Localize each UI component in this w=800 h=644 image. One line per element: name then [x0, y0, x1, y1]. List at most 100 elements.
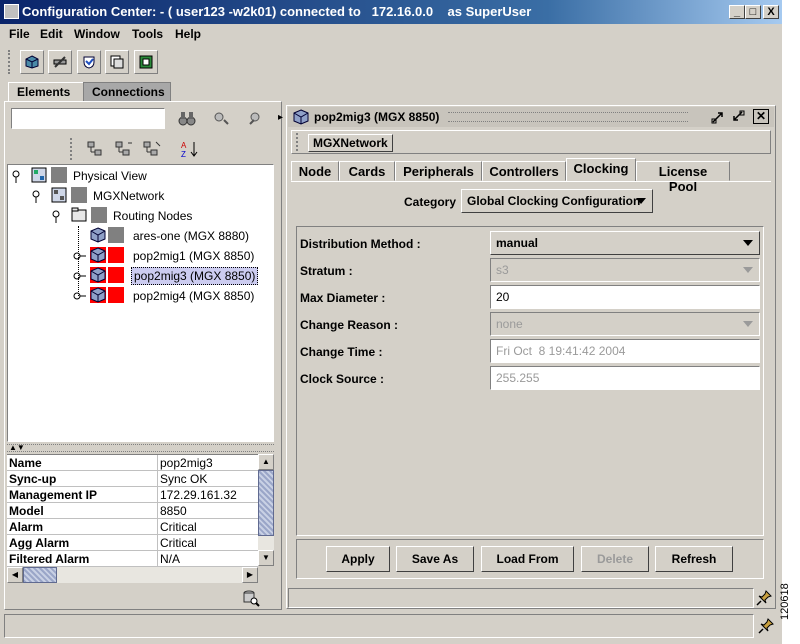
pin-icon[interactable]: [756, 590, 772, 606]
expand-handle-icon[interactable]: [72, 288, 86, 304]
toolbar-button-map[interactable]: [134, 50, 158, 74]
tab-peripherals[interactable]: Peripherals: [395, 161, 482, 181]
cube-icon: [293, 109, 309, 125]
delete-button[interactable]: Delete: [581, 546, 649, 572]
scrollbar-thumb[interactable]: [23, 567, 57, 583]
tree-row-node[interactable]: pop2mig1 (MGX 8850): [72, 247, 267, 265]
scroll-down-icon[interactable]: ▼: [258, 550, 274, 566]
splitter-arrows-icon[interactable]: ▲▼: [9, 443, 25, 452]
table-row: Model 8850: [7, 503, 258, 519]
detail-title-bar: pop2mig3 (MGX 8850) ✕: [288, 107, 774, 127]
tree-label: MGXNetwork: [93, 189, 165, 203]
minimize-button[interactable]: _: [729, 5, 745, 19]
tree-row-physical-view[interactable]: Physical View: [10, 167, 210, 185]
chevron-down-icon: [636, 198, 646, 204]
breadcrumb[interactable]: MGXNetwork: [308, 134, 393, 152]
close-icon[interactable]: ✕: [753, 109, 769, 124]
menu-help[interactable]: Help: [175, 27, 201, 41]
toolbar-button-wrench[interactable]: [48, 50, 72, 74]
change-reason-select[interactable]: none: [490, 312, 760, 336]
distribution-method-label: Distribution Method :: [300, 237, 421, 251]
tree-row-routing-nodes[interactable]: Routing Nodes: [50, 207, 250, 225]
collapse-arrow-icon[interactable]: ▸: [278, 112, 284, 134]
toolbar-button-cube[interactable]: [20, 50, 44, 74]
find-previous-icon[interactable]: [246, 110, 264, 126]
folder-icon: [71, 207, 87, 222]
table-row: Agg Alarm Critical: [7, 535, 258, 551]
scroll-right-icon[interactable]: ▶: [242, 567, 258, 583]
expand-tree-icon[interactable]: [86, 140, 106, 158]
dock-icon[interactable]: [730, 109, 746, 125]
expand-handle-icon[interactable]: [10, 168, 22, 184]
stratum-label: Stratum :: [300, 264, 353, 278]
alarm-status-icon: [108, 287, 124, 303]
apply-button[interactable]: Apply: [326, 546, 390, 572]
tree-filter-icon[interactable]: [142, 140, 162, 158]
tab-cards[interactable]: Cards: [339, 161, 395, 181]
menu-file[interactable]: File: [9, 27, 30, 41]
search-input[interactable]: [11, 108, 165, 129]
detail-title: pop2mig3 (MGX 8850): [314, 110, 440, 124]
stratum-select[interactable]: s3: [490, 258, 760, 282]
tab-clocking[interactable]: Clocking: [566, 158, 636, 182]
menu-window[interactable]: Window: [74, 27, 120, 41]
find-next-icon[interactable]: [212, 110, 230, 126]
binoculars-icon[interactable]: [178, 110, 196, 126]
svg-text:Z: Z: [181, 150, 186, 158]
load-from-button[interactable]: Load From: [481, 546, 574, 572]
distribution-method-select[interactable]: manual: [490, 231, 760, 255]
tab-node[interactable]: Node: [291, 161, 339, 181]
distribution-method-value: manual: [496, 236, 539, 250]
expand-handle-icon[interactable]: [72, 248, 86, 264]
database-search-icon[interactable]: [242, 589, 260, 607]
undock-icon[interactable]: [710, 109, 726, 125]
network-icon: [31, 167, 47, 183]
tab-controllers[interactable]: Controllers: [482, 161, 566, 181]
chevron-down-icon: [743, 240, 753, 246]
change-time-label: Change Time :: [300, 345, 383, 359]
tree-label: pop2mig4 (MGX 8850): [133, 289, 255, 303]
max-diameter-label: Max Diameter :: [300, 291, 386, 305]
toolbar-button-shield[interactable]: [77, 50, 101, 74]
title-bar: Configuration Center: - ( user123 -w2k01…: [0, 0, 782, 24]
tree-row-node-selected[interactable]: pop2mig3 (MGX 8850): [72, 267, 267, 285]
shield-icon: [83, 56, 95, 69]
save-as-button[interactable]: Save As: [396, 546, 474, 572]
toolbar-button-clipboard[interactable]: [105, 50, 129, 74]
tab-divider: [291, 181, 771, 182]
expand-handle-icon[interactable]: [30, 188, 42, 204]
expand-handle-icon[interactable]: [50, 208, 62, 224]
scroll-up-icon[interactable]: ▲: [258, 454, 274, 470]
splitter[interactable]: [7, 444, 274, 452]
collapse-tree-icon[interactable]: [114, 140, 134, 158]
tab-elements[interactable]: Elements: [8, 82, 84, 101]
sort-az-icon[interactable]: AZ: [180, 140, 200, 158]
maximize-button[interactable]: □: [745, 5, 761, 19]
menu-edit[interactable]: Edit: [40, 27, 63, 41]
tab-license-pool[interactable]: License Pool: [636, 161, 730, 194]
tree-row-node[interactable]: pop2mig4 (MGX 8850): [72, 287, 267, 305]
alarm-status-icon: [91, 207, 107, 223]
pin-icon[interactable]: [758, 618, 774, 634]
breadcrumb-grip: [296, 133, 302, 151]
close-button[interactable]: X: [763, 5, 779, 19]
tree-label: Physical View: [73, 169, 147, 183]
page-margin: [782, 0, 800, 644]
category-value: Global Clocking Configuration: [467, 194, 641, 208]
change-reason-label: Change Reason :: [300, 318, 399, 332]
menu-tools[interactable]: Tools: [132, 27, 163, 41]
tree-toolbar-grip: [70, 138, 76, 160]
max-diameter-input[interactable]: 20: [490, 285, 760, 309]
alarm-status-icon: [108, 227, 124, 243]
refresh-button[interactable]: Refresh: [655, 546, 733, 572]
scroll-left-icon[interactable]: ◀: [7, 567, 23, 583]
category-dropdown[interactable]: Global Clocking Configuration: [461, 189, 653, 213]
tree-row-mgxnetwork[interactable]: MGXNetwork: [30, 187, 230, 205]
scrollbar-thumb[interactable]: [258, 470, 274, 536]
expand-handle-icon[interactable]: [72, 268, 86, 284]
tree-row-node[interactable]: ares-one (MGX 8880): [72, 227, 267, 245]
table-row: Name pop2mig3: [7, 455, 258, 471]
chevron-down-icon: [743, 267, 753, 273]
toolbar-grip: [8, 50, 14, 74]
tab-connections[interactable]: Connections: [83, 82, 171, 101]
